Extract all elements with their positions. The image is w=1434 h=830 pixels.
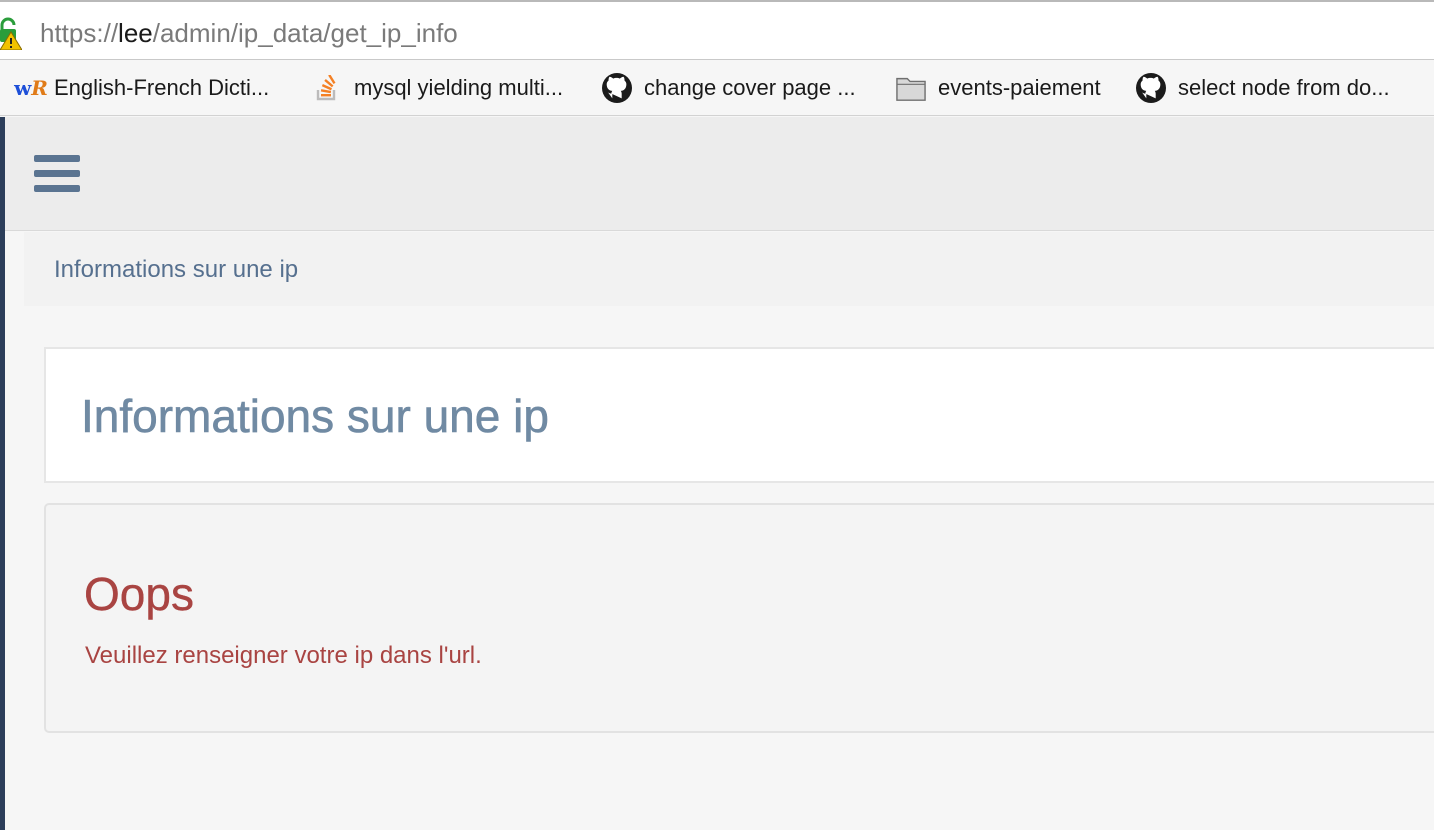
- github-icon: [602, 73, 632, 103]
- hamburger-icon[interactable]: [34, 155, 80, 195]
- url-scheme: https://: [40, 18, 119, 48]
- bookmark-events-paiement[interactable]: events-paiement: [896, 60, 1101, 115]
- github-icon: [1136, 73, 1166, 103]
- url-path: /admin/ip_data/get_ip_info: [152, 18, 458, 48]
- folder-icon: [896, 73, 926, 103]
- error-panel: Oops Veuillez renseigner votre ip dans l…: [44, 503, 1434, 733]
- error-title: Oops: [84, 568, 194, 620]
- error-message: Veuillez renseigner votre ip dans l'url.: [85, 642, 482, 669]
- url-host: lee: [118, 18, 153, 48]
- bookmark-select-node[interactable]: select node from do...: [1136, 60, 1390, 115]
- wordreference-icon: wR: [14, 76, 48, 100]
- stackoverflow-icon: [312, 73, 342, 103]
- breadcrumb-item[interactable]: Informations sur une ip: [54, 256, 298, 284]
- breadcrumb: Informations sur une ip: [24, 232, 1434, 306]
- page-title: Informations sur une ip: [81, 390, 550, 443]
- bookmark-label: change cover page ...: [644, 75, 856, 100]
- app-content: Informations sur une ip Informations sur…: [0, 117, 1434, 830]
- bookmark-english-french-dictionary[interactable]: wR English-French Dicti...: [14, 60, 270, 115]
- address-bar[interactable]: https://lee/admin/ip_data/get_ip_info: [0, 0, 1434, 60]
- insecure-lock-icon[interactable]: [0, 16, 22, 50]
- bookmark-label: events-paiement: [938, 75, 1101, 100]
- url-text[interactable]: https://lee/admin/ip_data/get_ip_info: [40, 16, 458, 50]
- bookmarks-bar: wR English-French Dicti... mysql yieldin…: [0, 60, 1434, 116]
- bookmark-mysql-yielding[interactable]: mysql yielding multi...: [312, 60, 564, 115]
- top-navbar: [5, 117, 1434, 231]
- bookmark-change-cover-page[interactable]: change cover page ...: [602, 60, 856, 115]
- bookmark-label: English-French Dicti...: [54, 75, 270, 100]
- title-panel: Informations sur une ip: [44, 347, 1434, 483]
- bookmark-label: select node from do...: [1178, 75, 1390, 100]
- bookmark-label: mysql yielding multi...: [354, 75, 564, 100]
